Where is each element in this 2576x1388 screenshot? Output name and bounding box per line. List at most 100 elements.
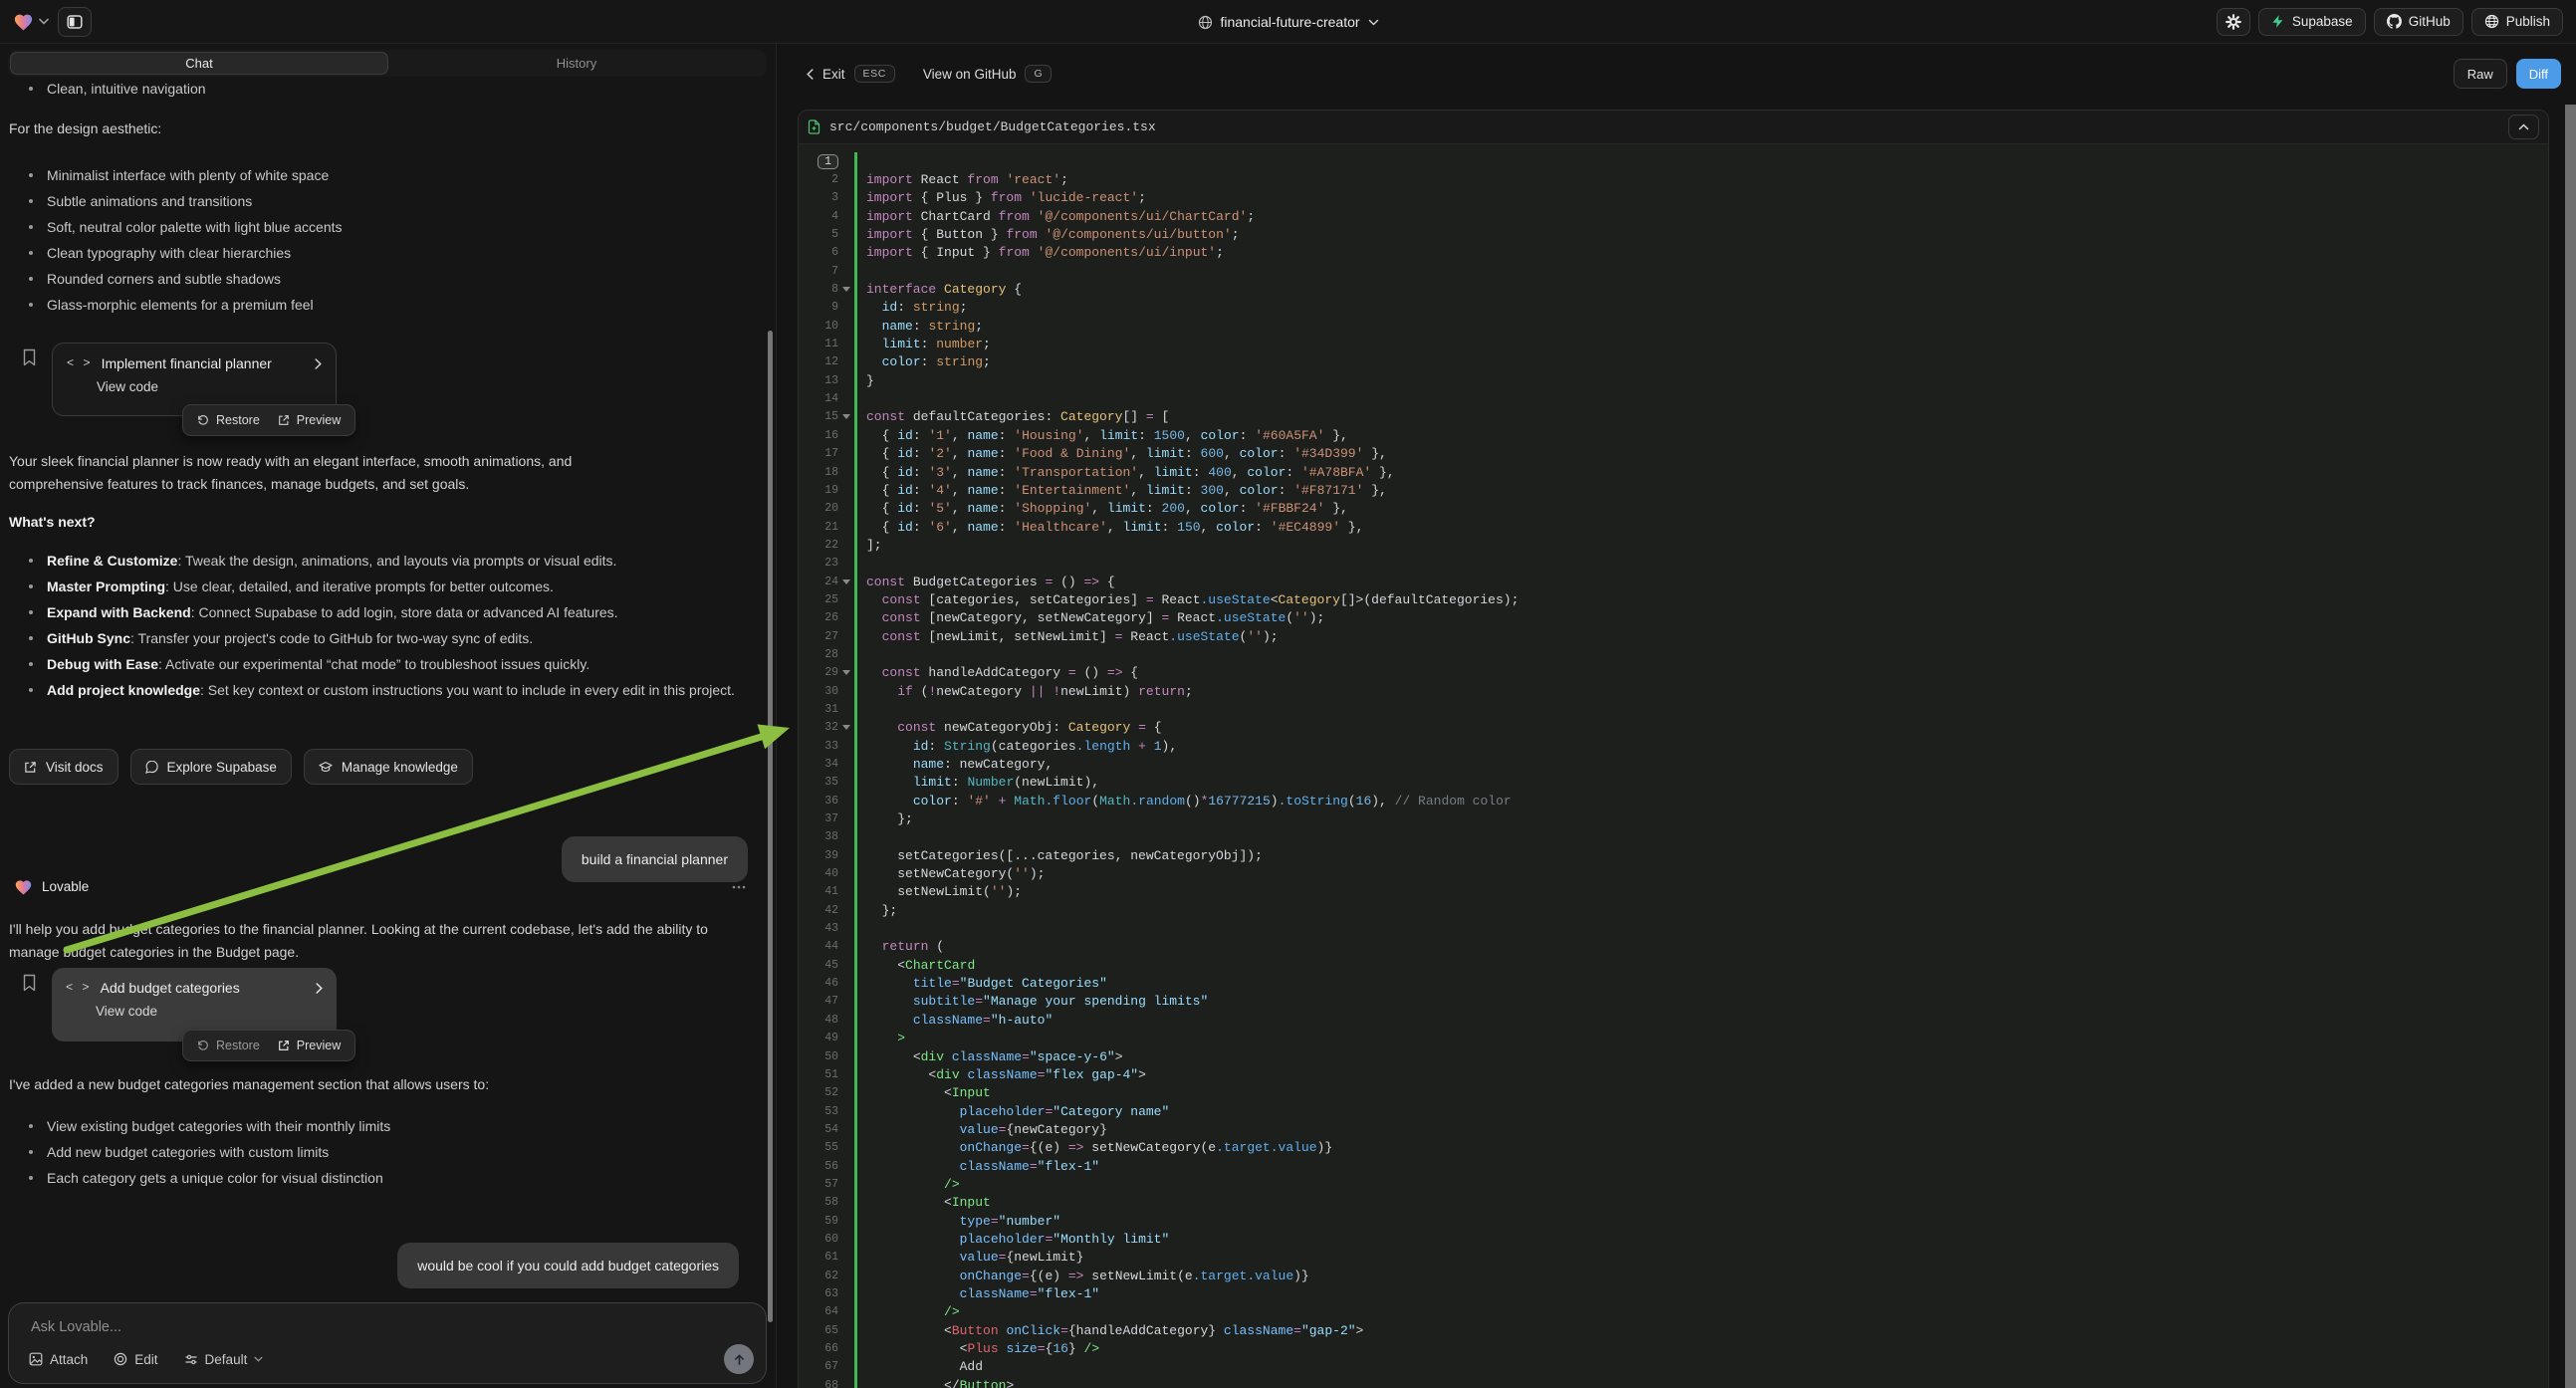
project-switcher[interactable]: financial-future-creator (1197, 0, 1378, 44)
supabase-label: Supabase (2292, 14, 2353, 29)
line-number: 36 (799, 795, 838, 808)
attach-button[interactable]: Attach (29, 1352, 88, 1367)
lovable-logo-menu[interactable] (13, 12, 49, 31)
mode-selector[interactable]: Default (184, 1352, 264, 1367)
line-number: 56 (799, 1160, 838, 1173)
external-link-icon (278, 414, 290, 426)
line-number: 53 (799, 1105, 838, 1118)
line-number: 5 (799, 228, 838, 241)
bullet-dot (29, 688, 33, 692)
code-line: 4import ChartCard from '@/components/ui/… (799, 207, 2548, 225)
preview-button[interactable]: Preview (278, 1039, 341, 1052)
view-code-link[interactable]: View code (66, 1004, 323, 1019)
view-code-link[interactable]: View code (67, 379, 322, 394)
code-line: 31 (799, 700, 2548, 718)
supabase-button[interactable]: Supabase (2258, 8, 2366, 36)
restore-button[interactable]: Restore (197, 1039, 260, 1052)
line-number: 57 (799, 1178, 838, 1191)
github-button[interactable]: GitHub (2374, 8, 2463, 36)
composer[interactable]: Ask Lovable... Attach Edit Default (8, 1302, 767, 1384)
bullet-dot (29, 173, 33, 177)
code-line: 25 const [categories, setCategories] = R… (799, 590, 2548, 608)
line-number: 49 (799, 1032, 838, 1044)
explore-supabase-button[interactable]: Explore Supabase (130, 749, 292, 785)
code-line: 30 if (!newCategory || !newLimit) return… (799, 682, 2548, 700)
tab-history[interactable]: History (388, 52, 765, 75)
line-number: 47 (799, 995, 838, 1008)
fold-toggle-icon[interactable] (838, 414, 854, 419)
code-scrollbar[interactable] (2565, 105, 2576, 1388)
bullet-dot (29, 662, 33, 666)
version-card-title: Add budget categories (101, 980, 240, 996)
composer-placeholder[interactable]: Ask Lovable... (31, 1319, 121, 1335)
line-number: 60 (799, 1233, 838, 1246)
raw-button[interactable]: Raw (2454, 59, 2507, 89)
preview-button[interactable]: Preview (278, 413, 341, 427)
visit-docs-button[interactable]: Visit docs (9, 749, 118, 785)
code-line: 23 (799, 555, 2548, 573)
line-number: 15 (799, 410, 838, 423)
publish-globe-icon (2484, 14, 2499, 29)
line-number: 59 (799, 1215, 838, 1228)
fold-toggle-icon[interactable] (838, 725, 854, 730)
chevron-right-icon (315, 358, 322, 369)
next-steps-list: Refine & Customize: Tweak the design, an… (9, 548, 758, 703)
code-line: 27 const [newLimit, setNewLimit] = React… (799, 627, 2548, 645)
line-number: 33 (799, 740, 838, 753)
line-number: 38 (799, 830, 838, 843)
send-button[interactable] (724, 1344, 754, 1374)
line-number: 13 (799, 374, 838, 387)
chat-scrollbar[interactable] (768, 331, 773, 1322)
chevron-down-icon (1368, 19, 1379, 26)
line-number: 10 (799, 320, 838, 333)
code-line: 47 subtitle="Manage your spending limits… (799, 993, 2548, 1011)
list-item: Debug with Ease: Activate our experiment… (9, 651, 758, 677)
file-header[interactable]: src/components/budget/BudgetCategories.t… (799, 111, 2548, 144)
bookmark-icon[interactable] (22, 348, 37, 366)
chevron-down-icon (254, 1356, 263, 1362)
view-on-github-link[interactable]: View on GitHub (923, 67, 1017, 82)
code-line: 16 { id: '1', name: 'Housing', limit: 15… (799, 426, 2548, 444)
chat-tab-bar: Chat History (8, 50, 767, 77)
exit-button[interactable]: Exit (822, 67, 845, 82)
sliders-icon (184, 1353, 198, 1366)
bullet-dot (29, 610, 33, 614)
collapse-file-button[interactable] (2508, 115, 2539, 139)
code-tag-icon: < > (67, 356, 92, 370)
code-line: 2import React from 'react'; (799, 170, 2548, 188)
code-line: 60 placeholder="Monthly limit" (799, 1230, 2548, 1248)
code-line: 50 <div className="space-y-6"> (799, 1047, 2548, 1065)
file-path: src/components/budget/BudgetCategories.t… (829, 119, 1156, 134)
manage-knowledge-button[interactable]: Manage knowledge (304, 749, 473, 785)
external-link-icon (278, 1040, 290, 1051)
fold-toggle-icon[interactable] (838, 670, 854, 675)
publish-button[interactable]: Publish (2471, 8, 2563, 36)
sidebar-toggle-button[interactable] (58, 7, 92, 37)
settings-button[interactable] (2217, 8, 2250, 36)
code-line: 26 const [newCategory, setNewCategory] =… (799, 609, 2548, 627)
fold-toggle-icon[interactable] (838, 287, 854, 292)
list-item: Master Prompting: Use clear, detailed, a… (9, 574, 758, 599)
code-line: 9 id: string; (799, 299, 2548, 317)
code-top-bar: Exit ESC View on GitHub G Raw Diff (777, 44, 2576, 104)
line-number: 50 (799, 1050, 838, 1063)
code-line: 34 name: newCategory, (799, 755, 2548, 773)
fold-toggle-icon[interactable] (838, 579, 854, 584)
code-line: 39 setCategories([...categories, newCate… (799, 846, 2548, 864)
bookmark-icon[interactable] (22, 974, 37, 992)
diff-button[interactable]: Diff (2516, 59, 2561, 89)
line-number: 41 (799, 885, 838, 898)
line-number: 28 (799, 648, 838, 661)
restore-button[interactable]: Restore (197, 413, 260, 427)
code-line: 65 <Button onClick={handleAddCategory} c… (799, 1321, 2548, 1339)
code-line: 67 Add (799, 1358, 2548, 1376)
tab-chat[interactable]: Chat (10, 52, 388, 75)
line-number: 7 (799, 265, 838, 278)
line-number: 58 (799, 1196, 838, 1209)
code-line: 29 const handleAddCategory = () => { (799, 664, 2548, 682)
target-icon (114, 1352, 127, 1366)
code-line: 54 value={newCategory} (799, 1120, 2548, 1138)
more-options-icon[interactable] (732, 885, 746, 889)
edit-button[interactable]: Edit (114, 1352, 157, 1367)
line-number: 6 (799, 246, 838, 259)
